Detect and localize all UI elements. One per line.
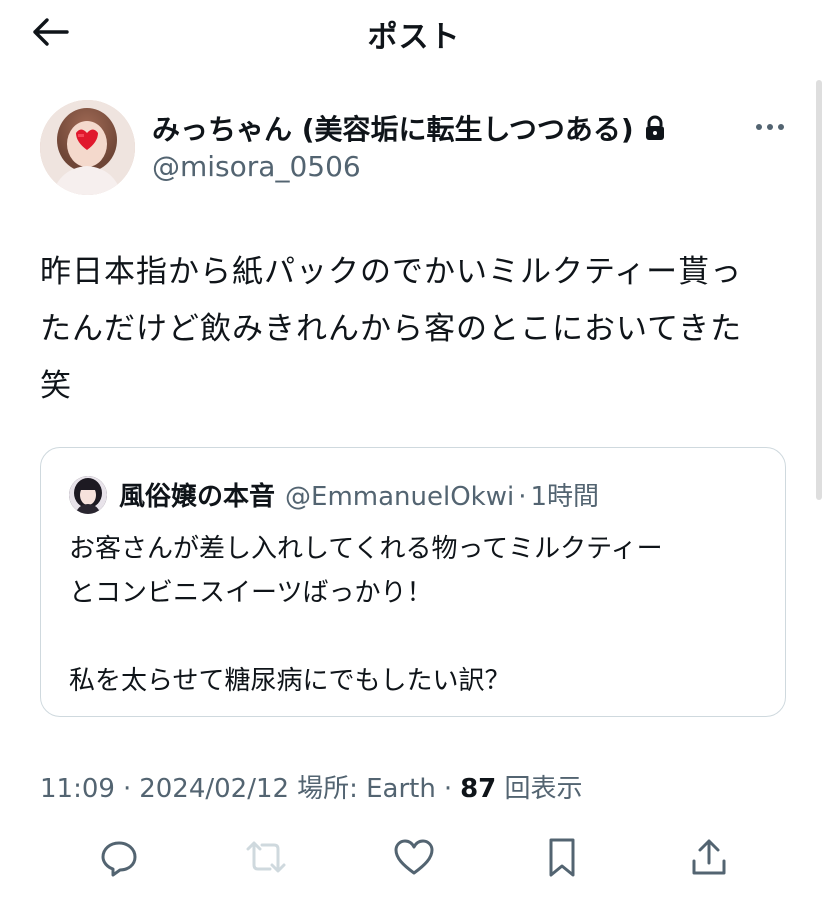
lock-icon — [645, 115, 664, 140]
top-bar: ポスト — [0, 0, 828, 66]
bookmark-button[interactable] — [537, 832, 587, 882]
quoted-line: お客さんが差し入れしてくれる物ってミルクティー — [69, 534, 663, 564]
quoted-avatar-image — [69, 476, 107, 514]
post-time: 11:09 — [40, 774, 115, 804]
post-meta: 11:09 · 2024/02/12 場所: Earth · 87 回表示 — [40, 768, 583, 805]
post-detail-page: ポスト みっちゃん (美容垢に転生しつつある) @misora_0506 昨日本… — [0, 0, 828, 912]
quoted-post-time: 1時間 — [530, 482, 600, 512]
quoted-author-handle: @EmmanuelOkwi — [285, 482, 515, 512]
views-count: 87 — [460, 774, 497, 804]
meta-separator: · — [443, 774, 453, 804]
author-avatar[interactable] — [40, 100, 135, 195]
quoted-line: 私を太らせて糖尿病にでもしたい訳？ — [69, 666, 511, 696]
quoted-author-avatar — [69, 476, 107, 514]
post-location: 場所: Earth — [297, 774, 436, 804]
post-line: 笑 — [40, 368, 72, 404]
repost-icon — [246, 841, 286, 873]
reply-icon — [101, 841, 137, 877]
author-name[interactable]: みっちゃん (美容垢に転生しつつある) — [152, 108, 666, 148]
scrollbar[interactable] — [816, 80, 822, 500]
quoted-author-name: 風俗嬢の本音 — [119, 482, 276, 512]
quoted-separator: · — [518, 482, 527, 512]
share-icon — [692, 839, 726, 875]
heart-icon — [394, 839, 434, 875]
bookmark-icon — [549, 838, 575, 877]
more-button[interactable] — [748, 112, 792, 142]
page-title: ポスト — [367, 20, 461, 55]
post-line: たんだけど飲みきれんから客のとこにおいてきた — [40, 311, 743, 347]
author-display-name: みっちゃん (美容垢に転生しつつある) — [152, 113, 634, 146]
post-text: 昨日本指から紙パックのでかいミルクティー貰っ たんだけど飲みきれんから客のとこに… — [40, 244, 790, 415]
post-date: 2024/02/12 — [139, 774, 290, 804]
more-horizontal-icon — [756, 124, 784, 130]
meta-separator: · — [122, 774, 132, 804]
reply-button[interactable] — [94, 832, 144, 882]
share-button[interactable] — [684, 832, 734, 882]
quoted-post-card[interactable]: 風俗嬢の本音 @EmmanuelOkwi · 1時間 お客さんが差し入れしてくれ… — [40, 447, 786, 717]
action-bar — [0, 832, 828, 882]
author-handle[interactable]: @misora_0506 — [152, 150, 361, 183]
views-label: 回表示 — [504, 774, 583, 804]
repost-button[interactable] — [241, 832, 291, 882]
avatar-image — [40, 100, 135, 195]
post-line: 昨日本指から紙パックのでかいミルクティー貰っ — [40, 254, 743, 290]
quoted-line — [69, 615, 769, 659]
like-button[interactable] — [389, 832, 439, 882]
quoted-line: とコンビニスイーツばっかり！ — [69, 578, 433, 608]
quoted-post-header: 風俗嬢の本音 @EmmanuelOkwi · 1時間 — [119, 476, 599, 513]
quoted-post-text: お客さんが差し入れしてくれる物ってミルクティー とコンビニスイーツばっかり！ 私… — [69, 527, 769, 703]
